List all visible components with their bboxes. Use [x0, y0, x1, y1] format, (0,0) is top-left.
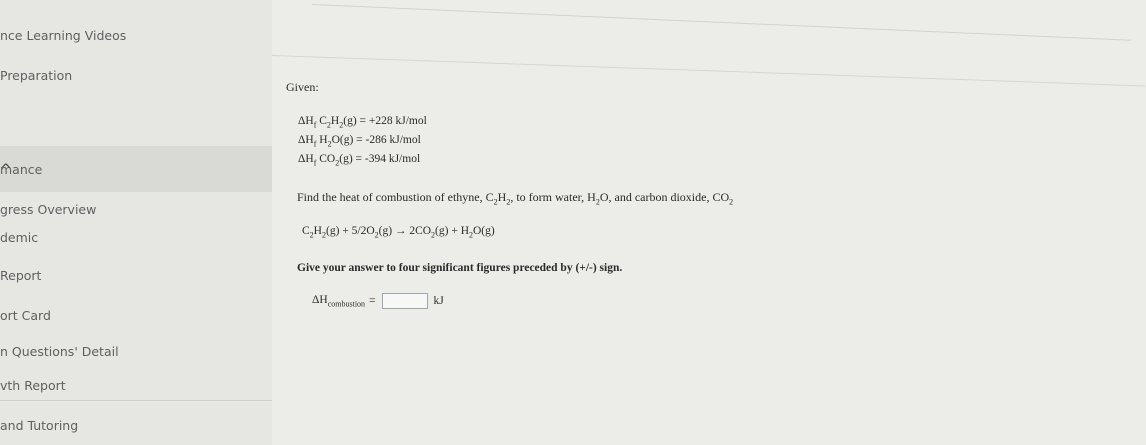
sidebar-item-label: demic: [0, 230, 39, 245]
balanced-reaction: C2H2(g) + 5/2O2(g) → 2CO2(g) + H2O(g): [302, 225, 495, 240]
sidebar-item-preparation[interactable]: Preparation: [0, 68, 72, 83]
answer-label: ΔHcombustion: [312, 293, 366, 309]
sidebar-item-label: Report: [0, 268, 42, 283]
sidebar-item-label: nce Learning Videos: [0, 28, 127, 43]
question-text: Find the heat of combustion of ethyne, C…: [297, 190, 734, 207]
sidebar-item-learning-videos[interactable]: nce Learning Videos: [0, 28, 126, 43]
sidebar-item-report-card[interactable]: ort Card: [0, 308, 51, 323]
sidebar-item-report[interactable]: Report: [0, 268, 41, 283]
sidebar: nce Learning Videos Preparation mance ^ …: [0, 0, 272, 445]
sidebar-section-performance[interactable]: mance ^: [0, 146, 272, 192]
sidebar-item-label: Preparation: [0, 68, 73, 83]
enthalpy-water: ΔHf H2O(g) = -286 kJ/mol: [298, 134, 421, 149]
divider: [271, 55, 1146, 87]
sidebar-item-label: n Questions' Detail: [0, 344, 119, 359]
sidebar-item-label: vth Report: [0, 378, 66, 393]
sidebar-item-label: gress Overview: [0, 202, 97, 217]
divider: [311, 4, 1132, 41]
sidebar-item-label: and Tutoring: [0, 418, 79, 433]
sidebar-item-academic[interactable]: demic: [0, 230, 38, 245]
problem-panel: Given: ΔHf C2H2(g) = +228 kJ/mol ΔHf H2O…: [271, 0, 1146, 445]
sidebar-item-progress-overview[interactable]: gress Overview: [0, 202, 96, 217]
instruction-text: Give your answer to four significant fig…: [297, 262, 623, 274]
sidebar-item-growth-report[interactable]: vth Report: [0, 378, 66, 393]
arrow-icon: →: [394, 225, 407, 237]
enthalpy-carbon-dioxide: ΔHf CO2(g) = -394 kJ/mol: [298, 153, 421, 168]
chevron-up-icon[interactable]: ^: [0, 162, 12, 178]
answer-row: ΔHcombustion = kJ: [312, 293, 444, 309]
equals-sign: =: [369, 295, 376, 307]
sidebar-item-tutoring[interactable]: and Tutoring: [0, 418, 78, 433]
enthalpy-ethyne: ΔHf C2H2(g) = +228 kJ/mol: [298, 115, 427, 130]
given-label: Given:: [286, 80, 319, 94]
answer-input[interactable]: [381, 293, 428, 309]
sidebar-divider: [0, 400, 272, 401]
sidebar-item-questions-detail[interactable]: n Questions' Detail: [0, 344, 119, 359]
sidebar-item-label: ort Card: [0, 308, 51, 323]
unit-label: kJ: [433, 295, 444, 307]
